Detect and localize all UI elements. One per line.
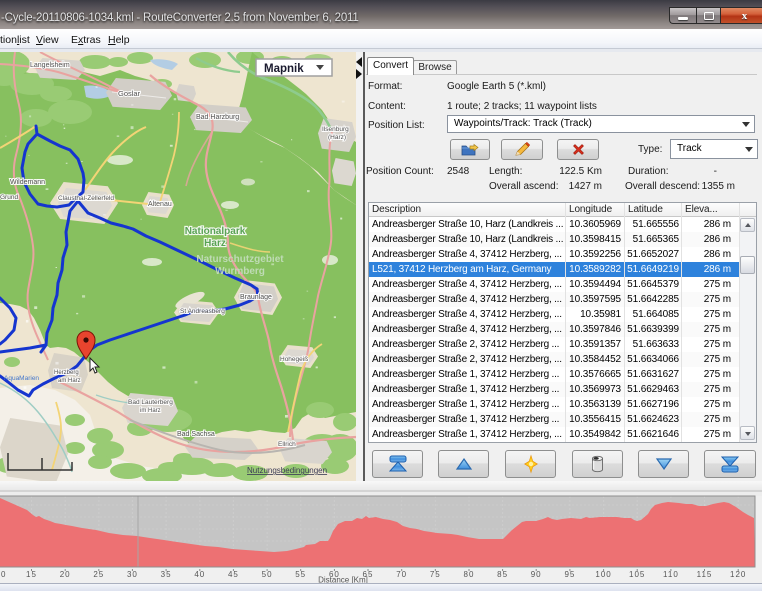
svg-text:Wurmberg: Wurmberg — [215, 266, 265, 277]
svg-text:25: 25 — [93, 570, 104, 579]
svg-text:im Harz: im Harz — [140, 408, 161, 414]
svg-text:Harz: Harz — [204, 238, 226, 249]
svg-text:Naturschutzgebiet: Naturschutzgebiet — [196, 254, 284, 265]
svg-text:80: 80 — [464, 570, 475, 579]
svg-text:35: 35 — [161, 570, 172, 579]
svg-text:20: 20 — [60, 570, 71, 579]
svg-text:Langelsheim: Langelsheim — [30, 62, 70, 69]
svg-text:Distance [Km]: Distance [Km] — [318, 576, 368, 584]
svg-text:Wildemann: Wildemann — [10, 179, 45, 186]
svg-text:105: 105 — [629, 570, 645, 579]
svg-text:30: 30 — [127, 570, 138, 579]
svg-text:120: 120 — [730, 570, 746, 579]
svg-text:Nutzungsbedingungen: Nutzungsbedingungen — [247, 466, 327, 475]
svg-text:85: 85 — [497, 570, 508, 579]
svg-text:Goslar: Goslar — [118, 89, 141, 98]
svg-text:95: 95 — [564, 570, 575, 579]
svg-text:Ellrich: Ellrich — [278, 441, 296, 448]
svg-text:(Harz): (Harz) — [328, 134, 346, 141]
svg-text:90: 90 — [531, 570, 542, 579]
svg-text:110: 110 — [663, 570, 679, 579]
svg-text:45: 45 — [228, 570, 239, 579]
svg-text:Grund: Grund — [0, 194, 18, 201]
svg-text:55: 55 — [295, 570, 306, 579]
svg-text:Clausthal-Zellerfeld: Clausthal-Zellerfeld — [58, 195, 114, 202]
svg-text:Ilsenburg: Ilsenburg — [322, 126, 349, 133]
svg-text:Hohegeiß: Hohegeiß — [280, 356, 308, 363]
svg-text:St Andreasberg: St Andreasberg — [180, 308, 225, 315]
svg-text:70: 70 — [396, 570, 407, 579]
svg-text:115: 115 — [697, 570, 713, 579]
svg-text:AquaMarien: AquaMarien — [4, 375, 39, 382]
svg-text:Braunlage: Braunlage — [240, 294, 272, 301]
svg-text:Nationalpark: Nationalpark — [185, 226, 246, 237]
svg-text:100: 100 — [595, 570, 611, 579]
svg-text:Bad Harzburg: Bad Harzburg — [196, 114, 239, 121]
svg-text:0: 0 — [1, 570, 6, 579]
svg-text:Bad Lauterberg: Bad Lauterberg — [128, 399, 173, 406]
svg-text:Altenau: Altenau — [148, 201, 172, 208]
svg-text:15: 15 — [26, 570, 37, 579]
svg-text:Mapnik: Mapnik — [264, 63, 304, 75]
svg-text:Bad Sachsa: Bad Sachsa — [177, 431, 215, 438]
svg-text:Herzberg: Herzberg — [54, 370, 79, 376]
svg-text:am Harz: am Harz — [58, 378, 81, 384]
svg-text:75: 75 — [430, 570, 441, 579]
svg-text:40: 40 — [194, 570, 205, 579]
svg-text:50: 50 — [262, 570, 273, 579]
